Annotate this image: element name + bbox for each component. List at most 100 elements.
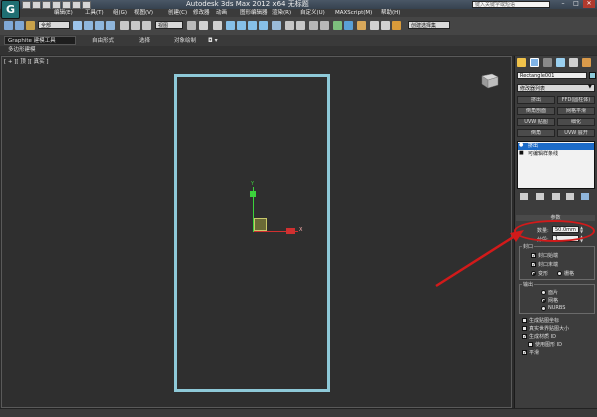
modifier-button-bevel-profile[interactable]: 倒角剖面: [517, 107, 555, 115]
render-production-icon[interactable]: [392, 21, 401, 30]
use-shape-id-checkbox[interactable]: [528, 342, 533, 347]
angle-snap-icon[interactable]: [237, 21, 246, 30]
hold-icon[interactable]: [72, 1, 81, 9]
search-input[interactable]: 键入关键字或短语: [472, 1, 550, 8]
make-unique-icon[interactable]: [552, 193, 560, 200]
tab-graphite[interactable]: Graphite 建模工具: [8, 37, 56, 45]
menu-graph-editors[interactable]: 图形编辑器: [240, 9, 268, 17]
gen-map-coords-checkbox[interactable]: [522, 318, 527, 323]
cap-start-checkbox[interactable]: ✓: [531, 253, 536, 259]
modify-panel-icon[interactable]: [530, 58, 539, 67]
bulb-icon[interactable]: ●: [519, 142, 523, 148]
modifier-button-meshsmooth[interactable]: 网格平滑: [557, 107, 595, 115]
viewport-label[interactable]: [ + ][ 顶 ][ 真实 ]: [4, 57, 48, 65]
chevron-down-icon[interactable]: ▼: [588, 84, 592, 90]
percent-snap-icon[interactable]: [248, 21, 257, 30]
scale-icon[interactable]: [142, 21, 151, 30]
show-end-result-icon[interactable]: [536, 193, 544, 200]
modifier-list-dropdown[interactable]: 修改器列表: [517, 84, 595, 92]
pivot-center-icon[interactable]: [187, 21, 196, 30]
modifier-button-bevel[interactable]: 倒角: [517, 129, 555, 137]
select-object-icon[interactable]: [73, 21, 82, 30]
schematic-view-icon[interactable]: [344, 21, 353, 30]
ribbon-options-icon[interactable]: ◘ ▾: [208, 37, 218, 45]
mesh-radio[interactable]: [541, 298, 546, 303]
menu-rendering[interactable]: 渲染(R): [272, 9, 291, 17]
unlink-icon[interactable]: [15, 21, 24, 30]
bind-space-warp-icon[interactable]: [26, 21, 35, 30]
create-panel-icon[interactable]: [517, 58, 526, 67]
motion-panel-icon[interactable]: [556, 58, 565, 67]
tab-selection[interactable]: 选择: [139, 37, 150, 45]
snaps-toggle-icon[interactable]: [226, 21, 235, 30]
keyboard-shortcut-icon[interactable]: [213, 21, 222, 30]
undo-icon[interactable]: [52, 1, 61, 9]
move-icon[interactable]: [120, 21, 129, 30]
open-icon[interactable]: [32, 1, 41, 9]
menu-tools[interactable]: 工具(T): [85, 9, 104, 17]
named-selection-dropdown[interactable]: 创建选择集: [408, 21, 450, 29]
rotate-icon[interactable]: [131, 21, 140, 30]
link-icon[interactable]: [4, 21, 13, 30]
mirror-icon[interactable]: [285, 21, 294, 30]
utilities-panel-icon[interactable]: [582, 58, 591, 67]
minimize-icon[interactable]: –: [557, 0, 569, 8]
object-name-field[interactable]: Rectangle001: [517, 72, 587, 79]
gen-material-id-checkbox[interactable]: ✓: [522, 334, 527, 340]
fetch-icon[interactable]: [82, 1, 91, 9]
select-by-name-icon[interactable]: [84, 21, 93, 30]
menu-modifiers[interactable]: 修改器: [193, 9, 210, 17]
gizmo-xy-plane[interactable]: [254, 218, 267, 231]
spinner-snap-icon[interactable]: [259, 21, 268, 30]
maximize-icon[interactable]: □: [570, 0, 582, 8]
modifier-button-unwrap-uvw[interactable]: UVW 展开: [557, 129, 595, 137]
rectangular-selection-icon[interactable]: [95, 21, 104, 30]
sub-ribbon-label[interactable]: 多边形建模: [8, 46, 36, 54]
graphite-toggle-icon[interactable]: [320, 21, 329, 30]
smooth-checkbox[interactable]: ✓: [522, 350, 527, 356]
menu-animation[interactable]: 动画: [216, 9, 227, 17]
modifier-stack[interactable]: 挤出 可编辑样条线: [517, 141, 595, 189]
nurbs-radio[interactable]: [541, 306, 546, 311]
display-panel-icon[interactable]: [569, 58, 578, 67]
save-icon[interactable]: [42, 1, 51, 9]
close-icon[interactable]: ✕: [583, 0, 595, 8]
morph-radio[interactable]: [531, 271, 536, 276]
window-crossing-icon[interactable]: [106, 21, 115, 30]
patch-radio[interactable]: [541, 290, 546, 295]
configure-modifier-sets-icon[interactable]: [581, 193, 589, 200]
real-world-map-checkbox[interactable]: [522, 326, 527, 331]
bulb-icon[interactable]: ■: [519, 150, 524, 156]
menu-views[interactable]: 视图(V): [134, 9, 153, 17]
hierarchy-panel-icon[interactable]: [543, 58, 552, 67]
material-editor-icon[interactable]: [357, 21, 366, 30]
app-logo-icon[interactable]: G: [1, 0, 20, 19]
menu-maxscript[interactable]: MAXScript(M): [335, 9, 372, 17]
menu-help[interactable]: 帮助(H): [381, 9, 400, 17]
selection-filter-dropdown[interactable]: 全部: [38, 21, 70, 29]
tab-object-paint[interactable]: 对象绘制: [174, 37, 196, 45]
modifier-button-tessellate[interactable]: 细化: [557, 118, 595, 126]
object-color-swatch[interactable]: [589, 72, 596, 79]
grid-radio[interactable]: [557, 271, 562, 276]
modifier-button-extrude[interactable]: 挤出: [517, 96, 555, 104]
render-setup-icon[interactable]: [370, 21, 379, 30]
redo-icon[interactable]: [62, 1, 71, 9]
rectangle-shape[interactable]: [174, 74, 330, 392]
pin-stack-icon[interactable]: [520, 193, 528, 200]
viewcube-icon[interactable]: [478, 72, 500, 90]
tab-freeform[interactable]: 自由形式: [92, 37, 114, 45]
menu-create[interactable]: 创建(C): [168, 9, 187, 17]
align-icon[interactable]: [296, 21, 305, 30]
select-manipulate-icon[interactable]: [199, 21, 208, 30]
reference-coordinate-dropdown[interactable]: 视图: [155, 21, 183, 29]
menu-customize[interactable]: 自定义(U): [300, 9, 325, 17]
remove-modifier-icon[interactable]: [566, 193, 574, 200]
curve-editor-icon[interactable]: [333, 21, 342, 30]
new-icon[interactable]: [22, 1, 31, 9]
cap-end-checkbox[interactable]: ✓: [531, 262, 536, 268]
layer-manager-icon[interactable]: [309, 21, 318, 30]
modifier-button-ffd-cyl[interactable]: FFD(圆柱体): [557, 96, 595, 104]
edit-named-selection-icon[interactable]: [272, 21, 281, 30]
rendered-frame-icon[interactable]: [381, 21, 390, 30]
